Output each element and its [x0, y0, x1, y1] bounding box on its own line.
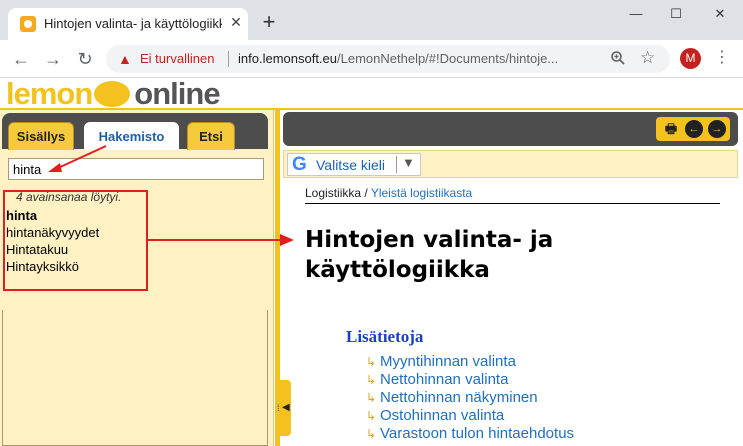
logo-text-lemon: lemon: [6, 76, 93, 111]
breadcrumb-root: Logistiikka: [305, 186, 362, 200]
related-link[interactable]: Varastoon tulon hintaehdotus: [380, 425, 574, 442]
back-arrow-icon[interactable]: ←: [10, 48, 32, 70]
window-maximize-button[interactable]: ☐: [662, 4, 690, 24]
warning-triangle-icon: ▲: [118, 51, 132, 67]
next-arrow-icon[interactable]: →: [708, 120, 726, 138]
language-bar: G Valitse kieli ▼: [283, 150, 738, 178]
window-minimize-button[interactable]: —: [622, 4, 650, 24]
previous-arrow-icon[interactable]: ←: [685, 120, 703, 138]
more-info-heading: Lisätietoja: [346, 327, 424, 346]
link-arrow-icon: ↳: [366, 427, 377, 441]
link-arrow-icon: ↳: [366, 409, 377, 423]
page-title: Hintojen valinta- ja käyttölogiikka: [305, 225, 635, 285]
page-title-line-2: käyttölogiikka: [305, 257, 490, 283]
more-info-links: ↳ Myyntihinnan valinta ↳ Nettohinnan valin…: [366, 353, 666, 443]
language-select-label: Valitse kieli: [316, 157, 385, 173]
list-item[interactable]: ↳ Nettohinnan valinta: [366, 371, 666, 389]
omnibox-divider: [228, 51, 229, 67]
tab-close-icon[interactable]: ✕: [228, 14, 244, 32]
address-bar[interactable]: ▲ Ei turvallinen info.lemonsoft.eu/Lemon…: [106, 45, 670, 73]
breadcrumb-separator: /: [361, 186, 371, 200]
panel-frame: [2, 310, 268, 446]
security-status[interactable]: Ei turvallinen: [140, 51, 214, 66]
breadcrumb: Logistiikka / Yleistä logistiikasta: [305, 186, 720, 204]
list-item[interactable]: ↳ Ostohinnan valinta: [366, 407, 666, 425]
collapse-left-arrow-icon: ◀: [282, 402, 290, 413]
related-link[interactable]: Nettohinnan valinta: [380, 371, 508, 388]
app-header: lemon online: [0, 78, 743, 110]
content-toolbar: 🖶 ← →: [283, 112, 738, 146]
browser-tab[interactable]: Hintojen valinta- ja käyttölogiikka ✕: [8, 8, 248, 40]
lemon-favicon-icon: [20, 16, 36, 32]
content-nav-buttons: 🖶 ← →: [656, 117, 730, 141]
lemon-logo-icon: [94, 81, 131, 107]
panel-tab-bar: Sisällys Hakemisto Etsi: [2, 113, 268, 150]
grip-icon: ⁞: [277, 403, 280, 413]
link-arrow-icon: ↳: [366, 391, 377, 405]
logo-text-online: online: [134, 76, 220, 111]
breadcrumb-link[interactable]: Yleistä logistiikasta: [371, 186, 472, 200]
forward-arrow-icon[interactable]: →: [42, 48, 64, 70]
lemon-online-logo: lemon online: [6, 76, 221, 111]
reload-icon[interactable]: ↻: [74, 48, 96, 70]
new-tab-button[interactable]: +: [256, 10, 282, 36]
profile-avatar[interactable]: M: [680, 48, 701, 69]
list-item[interactable]: ↳ Myyntihinnan valinta: [366, 353, 666, 371]
link-arrow-icon: ↳: [366, 355, 377, 369]
link-arrow-icon: ↳: [366, 373, 377, 387]
related-link[interactable]: Myyntihinnan valinta: [380, 353, 516, 370]
related-link[interactable]: Ostohinnan valinta: [380, 407, 504, 424]
browser-tab-strip: Hintojen valinta- ja käyttölogiikka ✕ + …: [0, 0, 743, 40]
page-title-line-1: Hintojen valinta- ja: [305, 227, 554, 253]
browser-toolbar: ← → ↻ ▲ Ei turvallinen info.lemonsoft.eu…: [0, 40, 743, 78]
zoom-icon[interactable]: [610, 50, 628, 68]
list-item[interactable]: ↳ Varastoon tulon hintaehdotus: [366, 425, 666, 443]
language-select-divider: [396, 156, 397, 173]
print-icon[interactable]: 🖶: [662, 120, 680, 138]
bookmark-star-icon[interactable]: ☆: [640, 48, 660, 68]
index-search-input[interactable]: [8, 158, 264, 180]
results-highlight-box: [3, 190, 148, 291]
tab-index[interactable]: Hakemisto: [84, 122, 179, 150]
collapse-panel-button[interactable]: ⁞ ◀: [276, 380, 291, 436]
list-item[interactable]: ↳ Nettohinnan näkyminen: [366, 389, 666, 407]
window-close-button[interactable]: ✕: [706, 4, 734, 24]
tab-search[interactable]: Etsi: [187, 122, 235, 150]
url-text[interactable]: info.lemonsoft.eu/LemonNethelp/#!Documen…: [238, 51, 598, 66]
google-g-icon: G: [292, 154, 307, 175]
dropdown-caret-icon: ▼: [402, 155, 415, 170]
browser-menu-icon[interactable]: ⋮: [714, 47, 730, 69]
tab-contents[interactable]: Sisällys: [8, 122, 74, 150]
tab-title: Hintojen valinta- ja käyttölogiikka: [44, 16, 222, 31]
language-select[interactable]: G Valitse kieli ▼: [287, 153, 421, 176]
related-link[interactable]: Nettohinnan näkyminen: [380, 389, 538, 406]
